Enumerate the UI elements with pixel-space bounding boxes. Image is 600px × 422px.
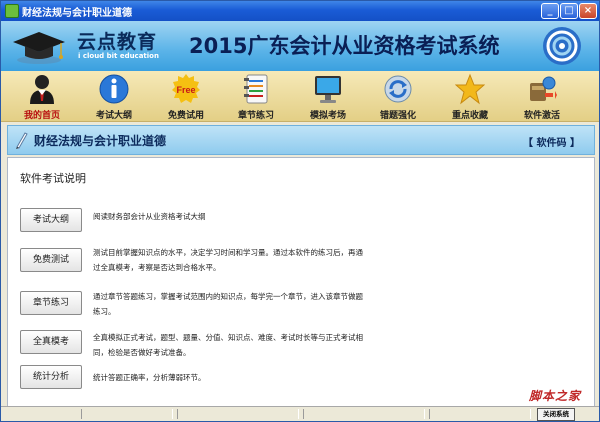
content-heading: 软件考试说明	[20, 172, 86, 185]
list-item: 免费测试 测试目前掌握知识点的水平，决定学习时间和学习量。通过本软件的练习后，再…	[20, 244, 580, 280]
toolbar-label: 章节练习	[237, 111, 274, 121]
brand-name: 云点教育	[77, 31, 158, 53]
toolbar-label: 我的首页	[23, 111, 60, 121]
spiral-logo-icon	[543, 27, 581, 65]
row-description: 通过章节答题练习，掌握考试范围内的知识点，每学完一个章节，进入该章节做题练习。	[93, 292, 363, 316]
graduation-cap-icon	[13, 32, 65, 64]
toolbar-item-favorites[interactable]: 重点收藏	[437, 71, 503, 121]
status-cell	[81, 409, 173, 419]
app-icon	[5, 4, 19, 18]
toolbar-label: 软件激活	[523, 111, 560, 121]
content-panel: 软件考试说明 考试大纲 阅读财务部会计从业资格考试大纲 免费测试 测试目前掌握知…	[7, 157, 595, 407]
mock-exam-button[interactable]: 全真模考	[20, 330, 82, 354]
main-toolbar: 我的首页 考试大纲 Free 免费试用 章节练习 模拟考场 错题强化 重点收藏 …	[1, 71, 599, 122]
watermark: 脚本之家	[529, 389, 582, 403]
info-icon	[99, 74, 129, 104]
header-banner: 云点教育 i cloud bit education 2015广东会计从业资格考…	[1, 21, 599, 71]
title-bar[interactable]: 财经法规与会计职业道德 _ □ ×	[1, 1, 599, 21]
software-code-link[interactable]: 【 软件码 】	[523, 134, 580, 149]
close-system-button[interactable]: 关闭系统	[537, 408, 575, 421]
key-activate-icon	[530, 76, 557, 101]
list-item: 章节练习 通过章节答题练习，掌握考试范围内的知识点，每学完一个章节，进入该章节做…	[20, 288, 580, 324]
toolbar-item-activate[interactable]: 软件激活	[509, 71, 575, 121]
row-description: 统计答题正确率，分析薄弱环节。	[93, 373, 206, 382]
star-icon	[455, 73, 485, 105]
status-cell	[177, 409, 299, 419]
toolbar-label: 模拟考场	[309, 111, 346, 121]
status-cell	[429, 409, 531, 419]
toolbar-item-chapter-practice[interactable]: 章节练习	[223, 71, 289, 121]
pen-icon	[16, 132, 28, 149]
toolbar-item-mock-exam[interactable]: 模拟考场	[295, 71, 361, 121]
toolbar-item-home[interactable]: 我的首页	[9, 71, 75, 121]
row-description: 测试目前掌握知识点的水平，决定学习时间和学习量。通过本软件的练习后，再通过全真模…	[93, 248, 363, 272]
refresh-icon	[384, 75, 412, 103]
syllabus-button[interactable]: 考试大纲	[20, 208, 82, 232]
user-icon	[30, 75, 54, 104]
brand-subtitle: i cloud bit education	[78, 52, 159, 60]
window-title: 财经法规与会计职业道德	[22, 8, 132, 19]
status-bar: 关闭系统	[1, 406, 599, 421]
free-badge-icon: Free	[172, 74, 200, 103]
toolbar-item-syllabus[interactable]: 考试大纲	[81, 71, 147, 121]
toolbar-label: 重点收藏	[451, 111, 488, 121]
row-description: 全真模拟正式考试，题型、题量、分值、知识点、难度、考试时长等与正式考试相同，检验…	[93, 333, 363, 357]
row-description: 阅读财务部会计从业资格考试大纲	[93, 212, 206, 221]
system-title: 2015广东会计从业资格考试系统	[189, 34, 500, 58]
svg-text:Free: Free	[176, 85, 195, 95]
free-test-button[interactable]: 免费测试	[20, 248, 82, 272]
toolbar-label: 免费试用	[167, 111, 204, 121]
notebook-icon	[244, 74, 268, 104]
toolbar-label: 错题强化	[379, 111, 416, 121]
toolbar-item-mistakes[interactable]: 错题强化	[365, 71, 431, 121]
monitor-icon	[315, 76, 341, 103]
status-cell	[303, 409, 425, 419]
close-button[interactable]: ×	[579, 3, 597, 19]
toolbar-item-free-trial[interactable]: Free 免费试用	[153, 71, 219, 121]
section-header: 财经法规与会计职业道德 【 软件码 】	[7, 125, 595, 155]
toolbar-label: 考试大纲	[95, 111, 132, 121]
list-item: 考试大纲 阅读财务部会计从业资格考试大纲	[20, 208, 580, 244]
section-title: 财经法规与会计职业道德	[34, 134, 167, 148]
app-window: 财经法规与会计职业道德 _ □ × 云点教育 i cloud bit educa…	[0, 0, 600, 422]
list-item: 全真模考 全真模拟正式考试，题型、题量、分值、知识点、难度、考试时长等与正式考试…	[20, 329, 580, 365]
chapter-practice-button[interactable]: 章节练习	[20, 291, 82, 315]
minimize-button[interactable]: _	[541, 3, 559, 19]
statistics-button[interactable]: 统计分析	[20, 365, 82, 389]
list-item: 统计分析 统计答题正确率，分析薄弱环节。	[20, 365, 580, 401]
maximize-button[interactable]: □	[560, 3, 578, 19]
